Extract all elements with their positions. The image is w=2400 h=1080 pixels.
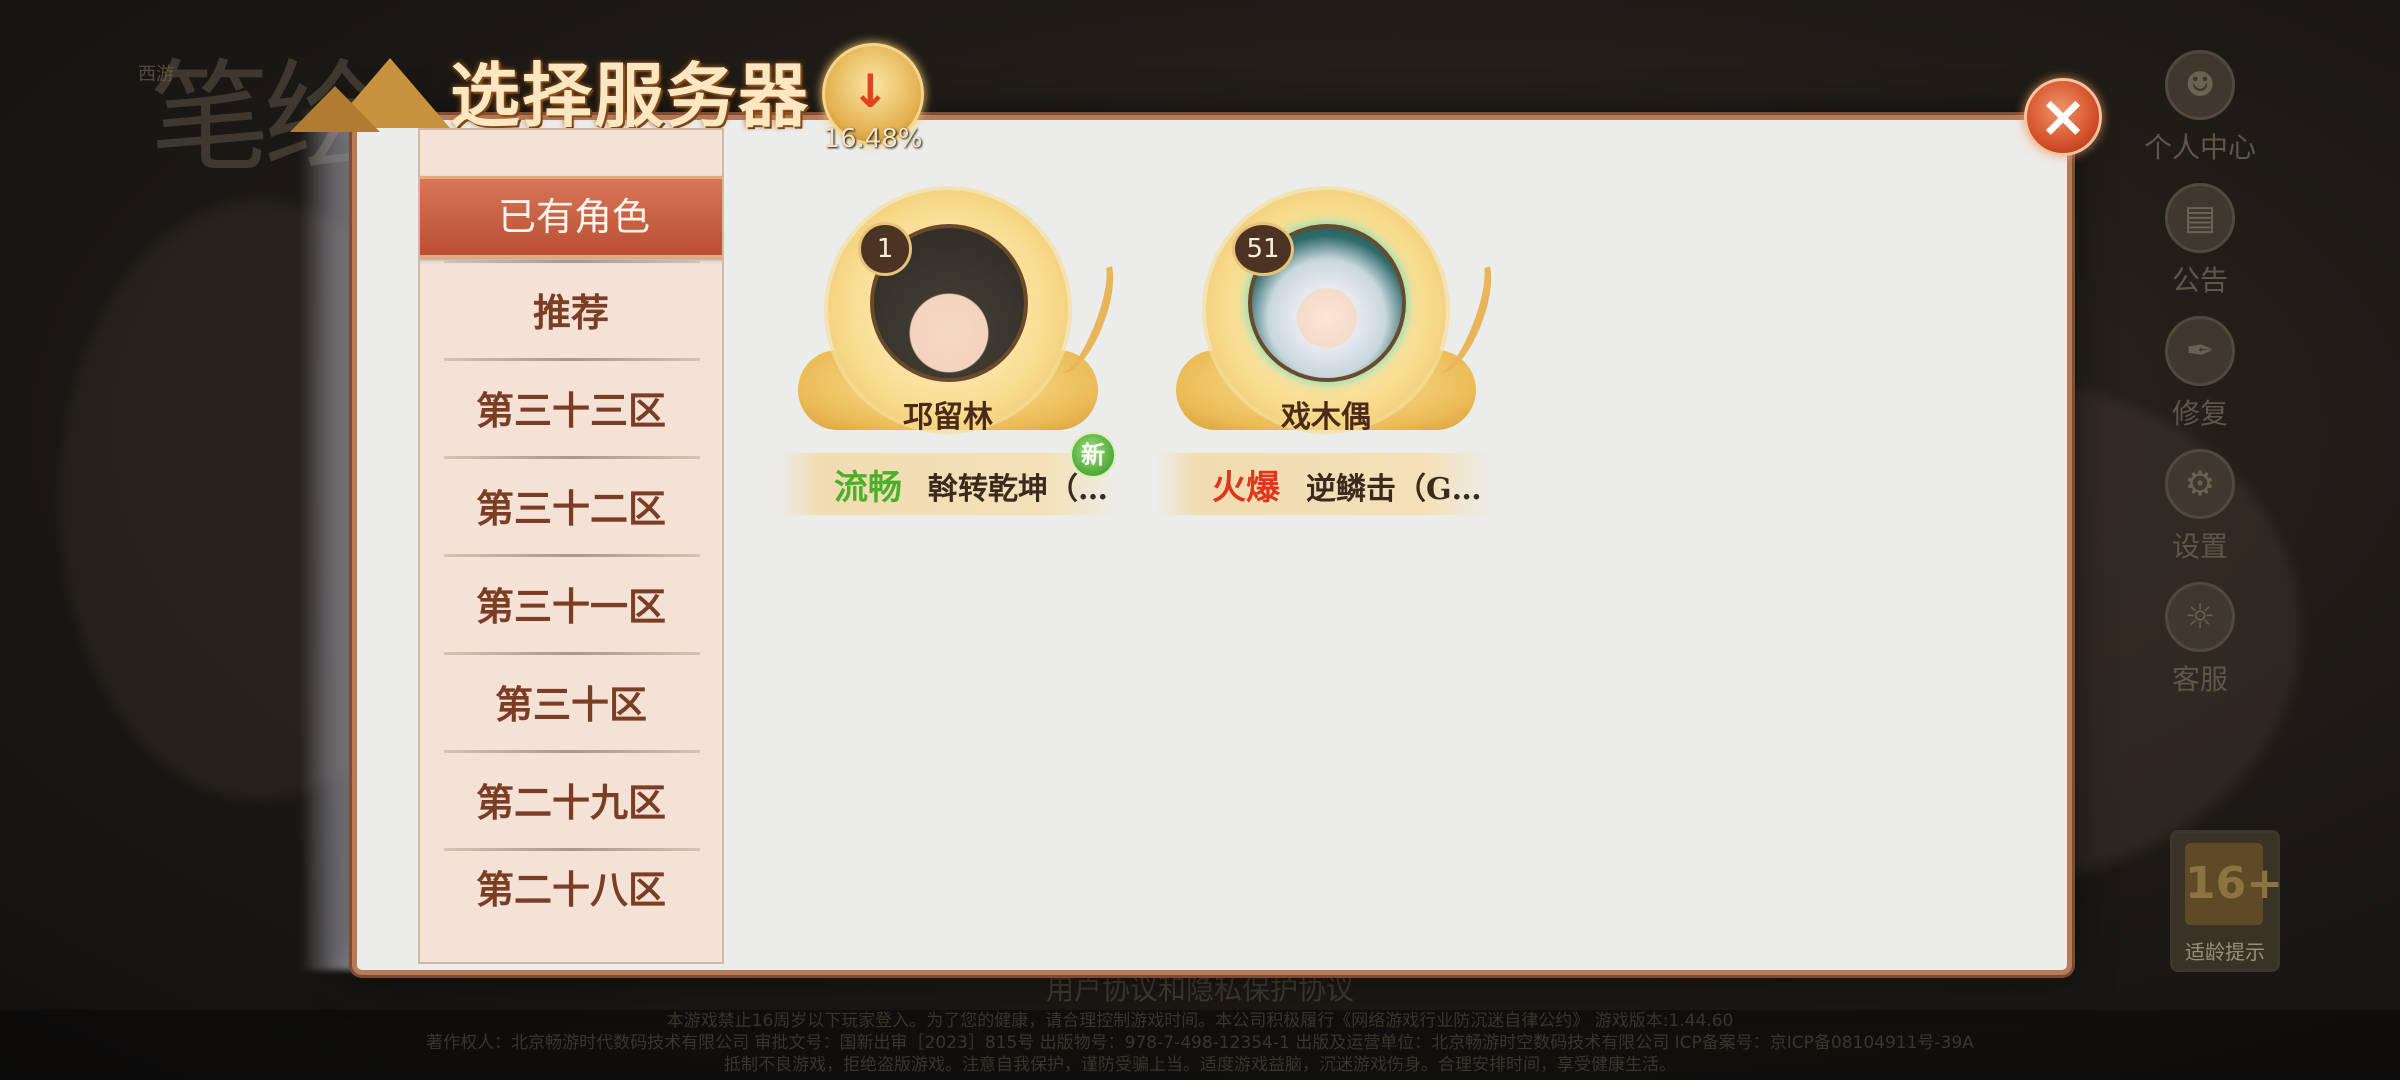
tab-zone-33[interactable]: 第三十三区 [420, 362, 722, 460]
divider [444, 848, 700, 851]
footer-notice: 本游戏禁止16周岁以下玩家登入。为了您的健康，请合理控制游戏时间。本公司积极履行… [0, 1010, 2400, 1080]
server-status: 流畅 [834, 468, 902, 508]
character-name: 戏木偶 [1281, 400, 1371, 435]
server-name: 逆鳞击（G1… [1306, 472, 1486, 507]
mountain-icon [290, 86, 380, 132]
repair-icon: ✒ [2165, 316, 2235, 386]
divider [444, 358, 700, 361]
tab-zone-30[interactable]: 第三十区 [420, 656, 722, 754]
download-arrow-icon: ↓ [851, 64, 890, 118]
menu-notice[interactable]: ▤ 公告 [2130, 183, 2270, 316]
divider [444, 456, 700, 459]
menu-label: 个人中心 [2143, 131, 2256, 164]
character-card[interactable]: 51 戏木偶 火爆 逆鳞击（G1… [1156, 170, 1505, 515]
game-logo-sub: 西游 [138, 64, 174, 85]
menu-label: 设置 [2171, 530, 2228, 563]
tab-zone-28[interactable]: 第二十八区 [420, 870, 722, 910]
menu-repair[interactable]: ✒ 修复 [2130, 316, 2270, 449]
age-rating-badge[interactable]: 16+ 适龄提示 [2170, 830, 2283, 972]
tab-zone-32[interactable]: 第三十二区 [420, 460, 722, 558]
menu-label: 客服 [2171, 663, 2228, 696]
menu-settings[interactable]: ⚙ 设置 [2130, 449, 2270, 582]
right-menu: ☻ 个人中心 ▤ 公告 ✒ 修复 ⚙ 设置 ☼ 客服 [2130, 50, 2270, 715]
server-category-sidebar: 已有角色 推荐 第三十三区 第三十二区 第三十一区 第三十区 第二十九区 第二十… [418, 128, 724, 964]
divider [444, 652, 700, 655]
divider [444, 554, 700, 557]
download-percent: 16.48% [823, 124, 923, 154]
tab-zone-31[interactable]: 第三十一区 [420, 558, 722, 656]
user-icon: ☻ [2165, 50, 2235, 120]
tab-existing-roles[interactable]: 已有角色 [420, 176, 722, 258]
menu-personal-center[interactable]: ☻ 个人中心 [2130, 50, 2270, 183]
footer-line: 著作权人：北京畅游时代数码技术有限公司 审批文号：国新出审［2023］815号 … [426, 1033, 1974, 1053]
close-button[interactable]: × [2024, 78, 2102, 156]
notice-icon: ▤ [2165, 183, 2235, 253]
support-icon: ☼ [2165, 582, 2235, 652]
age-rating-number: 16+ [2185, 843, 2283, 925]
dialog-title: 选择服务器 [450, 54, 810, 137]
tab-zone-29[interactable]: 第二十九区 [420, 754, 722, 852]
footer-line: 本游戏禁止16周岁以下玩家登入。为了您的健康，请合理控制游戏时间。本公司积极履行… [666, 1011, 1734, 1031]
age-rating-label: 适龄提示 [2185, 940, 2265, 964]
level-badge: 1 [858, 222, 912, 276]
menu-label: 公告 [2171, 264, 2228, 297]
close-icon: × [2038, 82, 2088, 150]
menu-support[interactable]: ☼ 客服 [2130, 582, 2270, 715]
character-name: 邛留林 [903, 400, 993, 435]
gear-icon: ⚙ [2165, 449, 2235, 519]
level-badge: 51 [1232, 222, 1294, 276]
tab-recommended[interactable]: 推荐 [420, 264, 722, 362]
character-card[interactable]: 1 邛留林 流畅 斡转乾坤（… 新 [778, 170, 1127, 515]
footer-line: 抵制不良游戏，拒绝盗版游戏。注意自我保护，谨防受骗上当。适度游戏益脑，沉迷游戏伤… [724, 1055, 1676, 1075]
menu-label: 修复 [2171, 397, 2228, 430]
new-badge: 新 [1070, 432, 1116, 478]
dialog-title-bar: 选择服务器 ↓ 16.48% [270, 28, 924, 154]
divider [444, 260, 700, 263]
divider [444, 750, 700, 753]
server-status: 火爆 [1212, 468, 1280, 508]
